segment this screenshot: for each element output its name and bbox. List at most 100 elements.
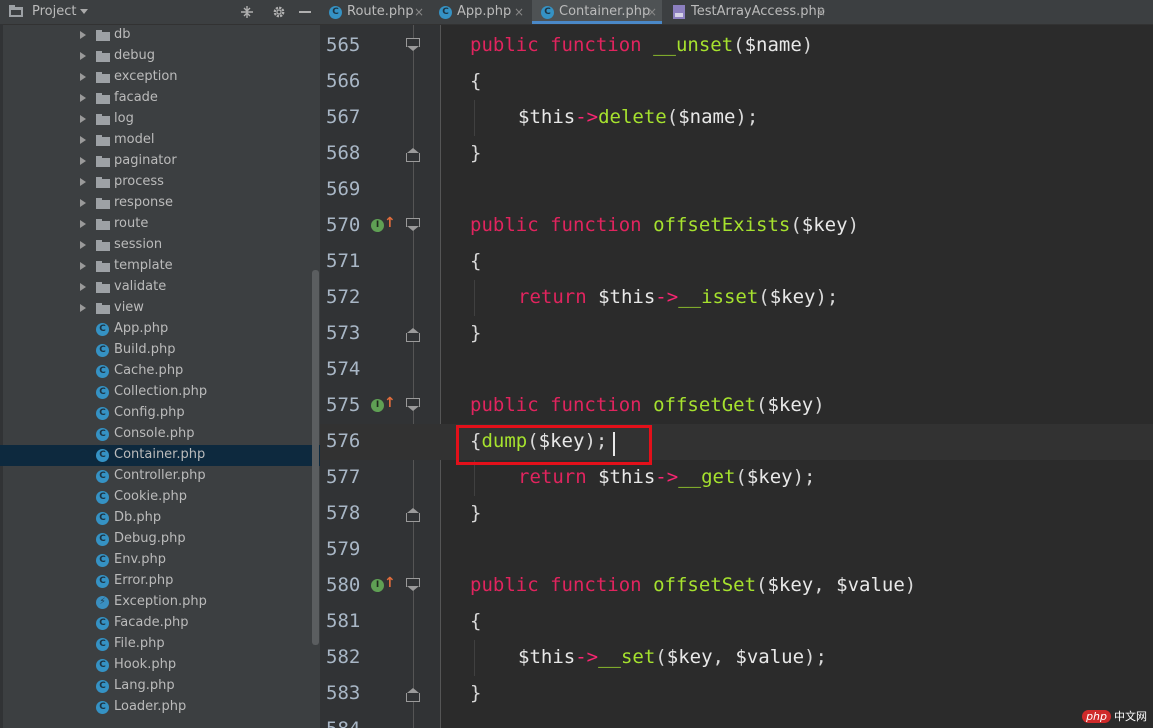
tree-item-folder[interactable]: route bbox=[0, 214, 320, 235]
close-icon[interactable]: × bbox=[647, 5, 657, 19]
code-line[interactable]: 578} bbox=[320, 496, 1153, 532]
code-token: $this bbox=[518, 106, 576, 128]
code-line[interactable]: 575 I ↑ public function offsetGet($key) bbox=[320, 388, 1153, 424]
code-line[interactable]: 568} bbox=[320, 136, 1153, 172]
tree-item-folder[interactable]: debug bbox=[0, 46, 320, 67]
expand-arrow-icon[interactable] bbox=[80, 199, 86, 207]
code-line-current[interactable]: 576 {dump($key); bbox=[320, 424, 1153, 460]
tree-item-file[interactable]: C Error.php bbox=[0, 571, 320, 592]
fold-end-icon[interactable] bbox=[406, 328, 420, 342]
expand-arrow-icon[interactable] bbox=[80, 73, 86, 81]
tree-item-folder[interactable]: db bbox=[0, 25, 320, 46]
php-class-icon: C bbox=[96, 512, 109, 525]
expand-arrow-icon[interactable] bbox=[80, 94, 86, 102]
expand-arrow-icon[interactable] bbox=[80, 136, 86, 144]
line-number: 579 bbox=[326, 538, 361, 560]
tab-route-php[interactable]: C Route.php × bbox=[320, 0, 428, 24]
project-view-selector[interactable]: Project bbox=[32, 4, 76, 19]
code-token: } bbox=[470, 682, 482, 704]
expand-arrow-icon[interactable] bbox=[80, 220, 86, 228]
expand-arrow-icon[interactable] bbox=[80, 241, 86, 249]
code-line[interactable]: 567 $this->delete($name); bbox=[320, 100, 1153, 136]
tab-container-php[interactable]: C Container.php × bbox=[532, 0, 662, 24]
tree-item-file-selected[interactable]: C Container.php bbox=[0, 445, 320, 466]
code-line[interactable]: 574 bbox=[320, 352, 1153, 388]
code-editor[interactable]: 565 public function __unset($name) 566{567… bbox=[320, 25, 1153, 728]
expand-arrow-icon[interactable] bbox=[80, 283, 86, 291]
tree-item-folder[interactable]: view bbox=[0, 298, 320, 319]
tree-item-file[interactable]: C Debug.php bbox=[0, 529, 320, 550]
code-line[interactable]: 572 return $this->__isset($key); bbox=[320, 280, 1153, 316]
tree-item-folder[interactable]: session bbox=[0, 235, 320, 256]
expand-arrow-icon[interactable] bbox=[80, 157, 86, 165]
tree-item-folder[interactable]: validate bbox=[0, 277, 320, 298]
code-line[interactable]: 569 bbox=[320, 172, 1153, 208]
tree-item-file[interactable]: C Cache.php bbox=[0, 361, 320, 382]
expand-arrow-icon[interactable] bbox=[80, 262, 86, 270]
collapse-all-icon[interactable] bbox=[240, 5, 254, 23]
tree-item-file[interactable]: C Build.php bbox=[0, 340, 320, 361]
expand-arrow-icon[interactable] bbox=[80, 304, 86, 312]
chevron-down-icon[interactable] bbox=[80, 9, 88, 14]
tree-item-file[interactable]: C Collection.php bbox=[0, 382, 320, 403]
fold-end-icon[interactable] bbox=[406, 688, 420, 702]
tab-app-php[interactable]: C App.php × bbox=[430, 0, 530, 24]
tree-item-label: Cache.php bbox=[114, 363, 184, 378]
tree-item-file[interactable]: C Cookie.php bbox=[0, 487, 320, 508]
tree-item-file[interactable]: C Hook.php bbox=[0, 655, 320, 676]
tree-item-file[interactable]: C Console.php bbox=[0, 424, 320, 445]
code-line[interactable]: 565 public function __unset($name) bbox=[320, 28, 1153, 64]
fold-end-icon[interactable] bbox=[406, 508, 420, 522]
code-line[interactable]: 566 { bbox=[320, 64, 1153, 100]
tree-item-folder[interactable]: model bbox=[0, 130, 320, 151]
implements-method-icon[interactable]: I ↑ bbox=[371, 215, 396, 233]
implements-method-icon[interactable]: I ↑ bbox=[371, 395, 396, 413]
code-line[interactable]: 570 I ↑ public function offsetExists($key) bbox=[320, 208, 1153, 244]
code-line[interactable]: 582 $this->__set($key, $value); bbox=[320, 640, 1153, 676]
code-line[interactable]: 583} bbox=[320, 676, 1153, 712]
code-line[interactable]: 579 bbox=[320, 532, 1153, 568]
tree-item-file[interactable]: C Loader.php bbox=[0, 697, 320, 718]
tree-item-folder[interactable]: response bbox=[0, 193, 320, 214]
code-line[interactable]: 580 I ↑ public function offsetSet($key, $va… bbox=[320, 568, 1153, 604]
expand-arrow-icon[interactable] bbox=[80, 31, 86, 39]
project-panel-scrollbar[interactable] bbox=[312, 270, 319, 645]
code-token: function bbox=[550, 214, 642, 236]
tree-item-folder[interactable]: facade bbox=[0, 88, 320, 109]
tab-testarrayaccess-php[interactable]: TestArrayAccess.php × bbox=[664, 0, 834, 24]
code-text: public function offsetSet($key, $value) bbox=[470, 574, 916, 596]
fold-start-icon[interactable] bbox=[406, 38, 420, 52]
tree-item-file[interactable]: C Lang.php bbox=[0, 676, 320, 697]
expand-arrow-icon[interactable] bbox=[80, 115, 86, 123]
expand-arrow-icon[interactable] bbox=[80, 52, 86, 60]
tree-item-file[interactable]: C File.php bbox=[0, 634, 320, 655]
fold-start-icon[interactable] bbox=[406, 218, 420, 232]
tree-item-file[interactable]: C Env.php bbox=[0, 550, 320, 571]
tree-item-folder[interactable]: template bbox=[0, 256, 320, 277]
tree-item-file[interactable]: C Facade.php bbox=[0, 613, 320, 634]
tree-item-folder[interactable]: log bbox=[0, 109, 320, 130]
code-line[interactable]: 581 { bbox=[320, 604, 1153, 640]
code-line[interactable]: 584 bbox=[320, 712, 1153, 728]
code-line[interactable]: 571 { bbox=[320, 244, 1153, 280]
tree-item-file[interactable]: C Controller.php bbox=[0, 466, 320, 487]
close-icon[interactable]: × bbox=[514, 5, 524, 19]
close-icon[interactable]: × bbox=[816, 5, 826, 19]
tree-item-file[interactable]: C App.php bbox=[0, 319, 320, 340]
fold-start-icon[interactable] bbox=[406, 578, 420, 592]
tree-item-file[interactable]: ⚡ Exception.php bbox=[0, 592, 320, 613]
tree-item-file[interactable]: C Db.php bbox=[0, 508, 320, 529]
tree-item-folder[interactable]: paginator bbox=[0, 151, 320, 172]
tree-item-file[interactable]: C Config.php bbox=[0, 403, 320, 424]
close-icon[interactable]: × bbox=[414, 5, 424, 19]
implements-method-icon[interactable]: I ↑ bbox=[371, 575, 396, 593]
gear-icon[interactable] bbox=[272, 5, 286, 23]
hide-panel-icon[interactable] bbox=[299, 11, 311, 13]
fold-start-icon[interactable] bbox=[406, 398, 420, 412]
tree-item-folder[interactable]: exception bbox=[0, 67, 320, 88]
expand-arrow-icon[interactable] bbox=[80, 178, 86, 186]
code-line[interactable]: 577 return $this->__get($key); bbox=[320, 460, 1153, 496]
code-line[interactable]: 573} bbox=[320, 316, 1153, 352]
fold-end-icon[interactable] bbox=[406, 148, 420, 162]
tree-item-folder[interactable]: process bbox=[0, 172, 320, 193]
